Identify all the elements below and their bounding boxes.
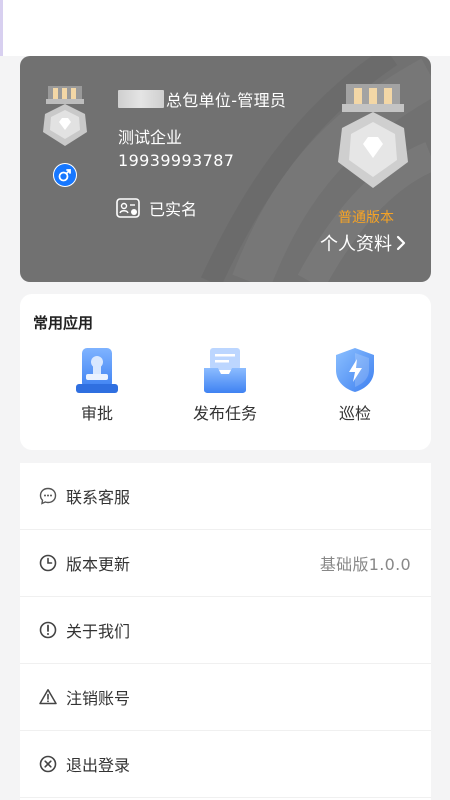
chat-bubble-icon xyxy=(38,486,58,506)
info-exclamation-icon xyxy=(38,620,58,640)
verified-status: 已实名 xyxy=(116,196,197,220)
company-name: 测试企业 xyxy=(118,128,183,147)
menu-item-version-update[interactable]: 版本更新 基础版1.0.0 xyxy=(20,530,431,597)
app-label: 巡检 xyxy=(338,404,371,423)
clock-icon xyxy=(38,553,58,573)
name-redaction xyxy=(118,90,164,108)
profile-card: 总包单位-管理员 测试企业 19939993787 已实名 普通版本 个人资料 xyxy=(20,56,431,282)
menu-item-contact-support[interactable]: 联系客服 xyxy=(20,463,431,530)
menu-item-about-us[interactable]: 关于我们 xyxy=(20,597,431,664)
user-name-row: 总包单位-管理员 xyxy=(118,87,286,111)
id-card-icon xyxy=(116,198,140,218)
menu-item-label: 注销账号 xyxy=(66,689,131,708)
version-value: 基础版1.0.0 xyxy=(319,555,411,574)
app-label: 审批 xyxy=(80,404,113,423)
stamp-icon xyxy=(76,348,118,393)
user-role-name: 总包单位-管理员 xyxy=(166,91,287,110)
menu-item-label: 版本更新 xyxy=(66,555,131,574)
top-bar xyxy=(0,0,450,56)
menu-item-label: 关于我们 xyxy=(66,622,131,641)
common-apps-title: 常用应用 xyxy=(33,314,94,332)
phone-number: 19939993787 xyxy=(118,151,235,170)
app-approval[interactable]: 审批 xyxy=(52,346,142,424)
app-inspection[interactable]: 巡检 xyxy=(310,346,400,424)
left-accent xyxy=(0,0,3,56)
rank-badge-icon xyxy=(43,86,87,146)
menu-item-label: 退出登录 xyxy=(66,756,131,775)
common-apps-card: 常用应用 审批 发布任务 巡检 xyxy=(20,294,431,450)
menu-item-label: 联系客服 xyxy=(66,488,131,507)
profile-link-label: 个人资料 xyxy=(320,234,392,255)
settings-menu: 联系客服 版本更新 基础版1.0.0 关于我们 注销账号 退出登录 xyxy=(20,463,431,800)
chevron-right-icon xyxy=(396,235,406,251)
warning-triangle-icon xyxy=(38,687,58,707)
menu-item-logout[interactable]: 退出登录 xyxy=(20,731,431,798)
app-label: 发布任务 xyxy=(192,404,257,423)
shield-lightning-icon xyxy=(336,348,374,392)
app-publish-task[interactable]: 发布任务 xyxy=(180,346,270,424)
menu-item-delete-account[interactable]: 注销账号 xyxy=(20,664,431,731)
profile-link[interactable]: 个人资料 xyxy=(320,230,406,256)
version-label: 普通版本 xyxy=(338,210,394,226)
verified-label: 已实名 xyxy=(149,200,198,219)
male-gender-icon xyxy=(53,163,77,187)
version-badge-icon xyxy=(338,84,408,188)
inbox-tray-icon xyxy=(204,348,246,393)
close-circle-icon xyxy=(38,754,58,774)
